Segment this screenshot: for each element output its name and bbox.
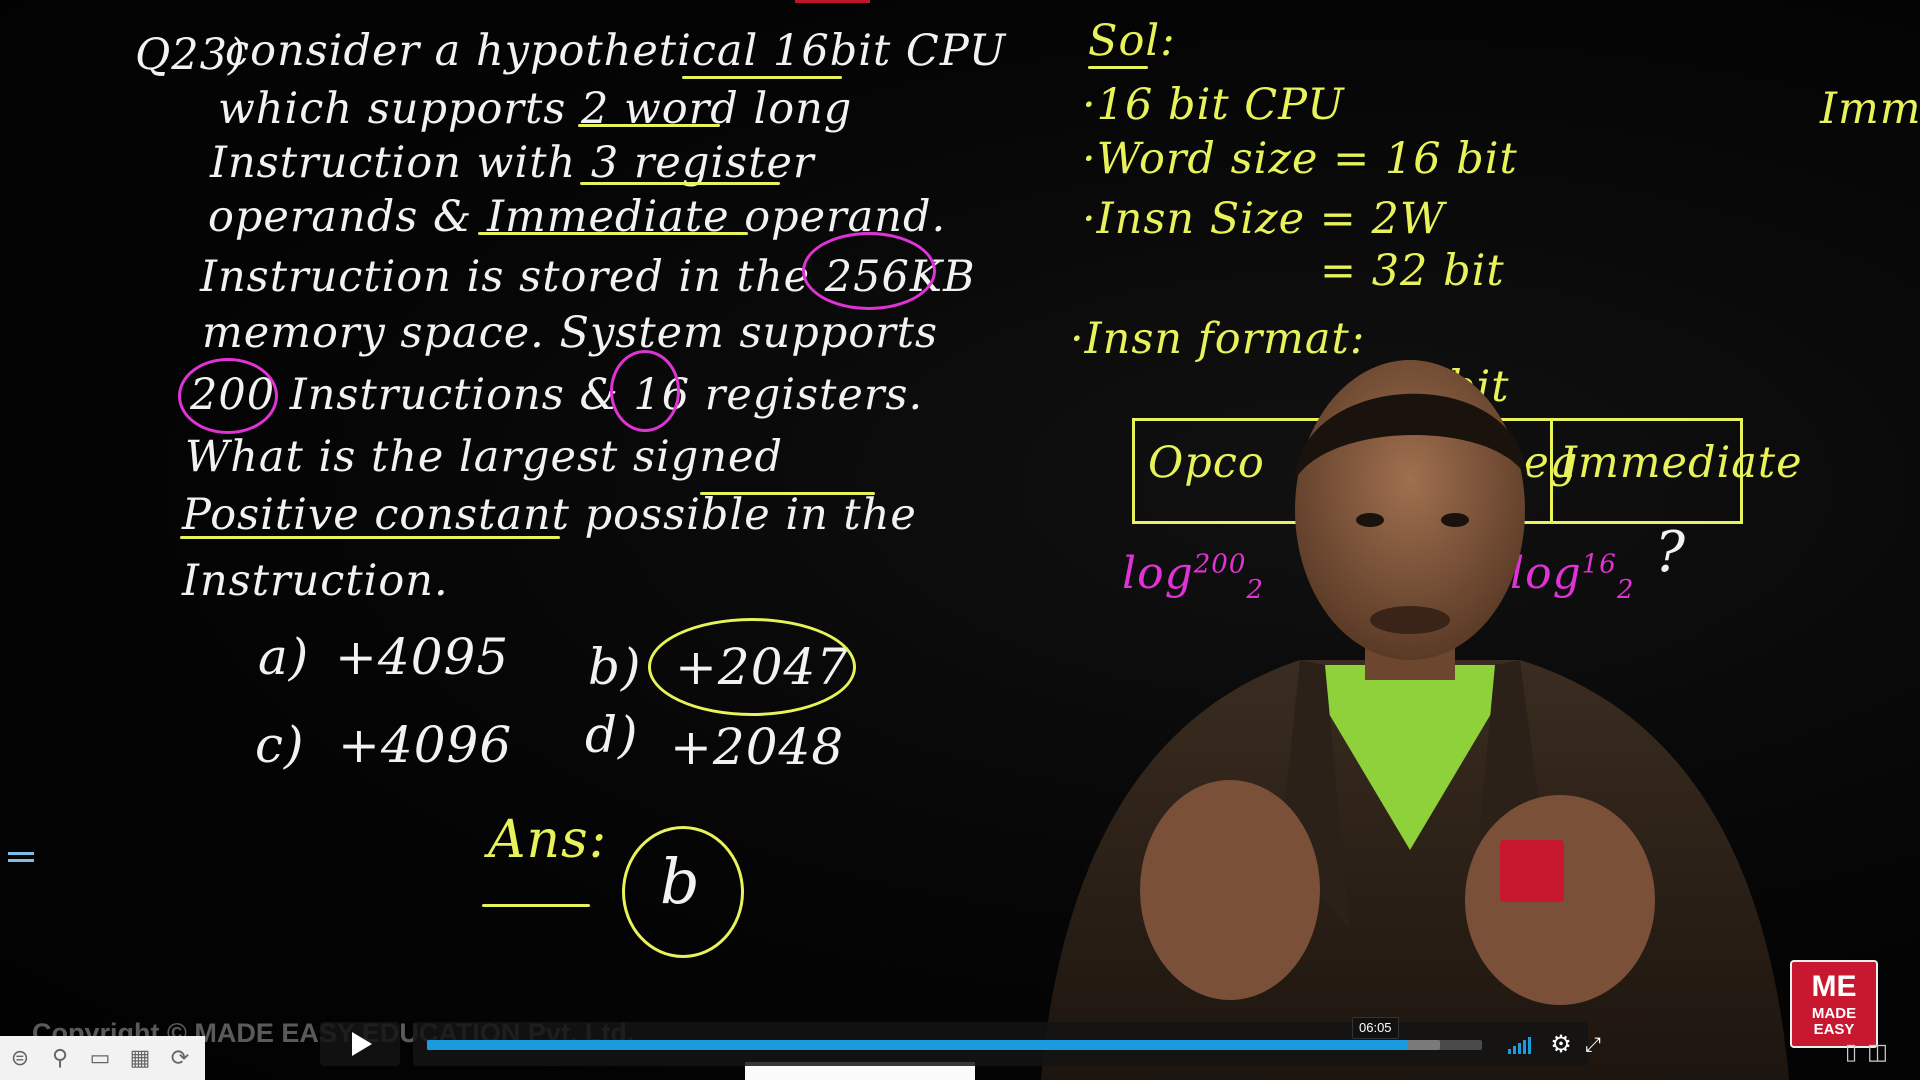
replay-icon[interactable]: ⟳ xyxy=(164,1042,196,1074)
question-line: consider a hypothetical 16bit CPU xyxy=(225,26,1007,76)
brand-logo: ME MADE EASY xyxy=(1790,960,1878,1048)
underline-signed xyxy=(700,492,875,495)
underline-positive-constant xyxy=(180,536,560,539)
question-line: Instruction. xyxy=(182,556,449,606)
solution-line: ·16 bit CPU xyxy=(1082,80,1345,130)
underline-16bit xyxy=(682,76,842,79)
top-marker xyxy=(795,0,870,3)
question-line: memory space. System supports xyxy=(202,308,939,358)
volume-icon[interactable] xyxy=(1508,1034,1538,1054)
presenter xyxy=(1040,360,1790,1080)
menu-icon[interactable] xyxy=(8,852,34,868)
menu-icon[interactable]: ⊜ xyxy=(4,1042,36,1074)
question-line: 200 Instructions & 16 registers. xyxy=(190,370,924,420)
logo-text: MADE EASY xyxy=(1811,1005,1857,1038)
circle-answer-option xyxy=(648,618,856,716)
video-frame[interactable]: Q23) consider a hypothetical 16bit CPU w… xyxy=(0,0,1920,1080)
option-d-value: +2048 xyxy=(670,718,845,776)
option-a-value: +4095 xyxy=(335,628,510,686)
option-c-value: +4096 xyxy=(338,716,513,774)
option-b-label: b) xyxy=(588,638,642,696)
underline-2word xyxy=(578,124,720,127)
bottom-toolbar: ⊜ ⚲ ▭ ▦ ⟳ xyxy=(0,1036,205,1080)
question-line: What is the largest signed xyxy=(185,432,783,482)
option-a-label: a) xyxy=(258,628,310,686)
play-button[interactable] xyxy=(320,1022,400,1066)
answer-label: Ans: xyxy=(488,810,608,870)
calendar-icon[interactable]: ▦ xyxy=(124,1042,156,1074)
solution-title: Sol: xyxy=(1088,16,1176,66)
player-control-bar: ⚙ ⤢ xyxy=(413,1022,1601,1066)
question-line: Instruction with 3 register xyxy=(210,138,815,188)
briefcase-icon[interactable]: ▭ xyxy=(84,1042,116,1074)
circle-200 xyxy=(178,358,278,434)
answer-value: b xyxy=(660,845,701,918)
underline-immediate xyxy=(478,232,748,235)
edge-text: Imme xyxy=(1820,84,1920,134)
pin-icon[interactable]: ⚲ xyxy=(44,1042,76,1074)
underline-answer xyxy=(482,904,590,907)
picture-in-picture-icon[interactable]: ◫ xyxy=(1867,1040,1888,1065)
solution-line: ·Insn Size = 2W xyxy=(1082,194,1446,244)
progress-fill xyxy=(427,1040,1409,1050)
underline-sol xyxy=(1088,66,1148,69)
question-line: Positive constant possible in the xyxy=(182,490,917,540)
progress-bar[interactable] xyxy=(427,1040,1482,1050)
circle-16 xyxy=(610,350,680,432)
window-icon[interactable]: ▯ xyxy=(1845,1040,1857,1065)
solution-line: ·Word size = 16 bit xyxy=(1082,134,1518,184)
solution-line: = 32 bit xyxy=(1320,246,1505,296)
fullscreen-icon[interactable]: ⤢ xyxy=(1578,1029,1608,1059)
underline-3register xyxy=(580,182,780,185)
time-tooltip: 06:05 xyxy=(1352,1017,1399,1039)
question-line: which supports 2 word long xyxy=(218,84,853,134)
option-d-label: d) xyxy=(585,706,639,764)
gear-icon[interactable]: ⚙ xyxy=(1546,1029,1576,1059)
play-icon xyxy=(352,1032,372,1056)
logo-mark: ME xyxy=(1811,970,1857,1003)
circle-256kb xyxy=(802,232,936,310)
option-c-label: c) xyxy=(255,716,305,774)
corner-icons: ▯ ◫ xyxy=(1845,1040,1888,1065)
